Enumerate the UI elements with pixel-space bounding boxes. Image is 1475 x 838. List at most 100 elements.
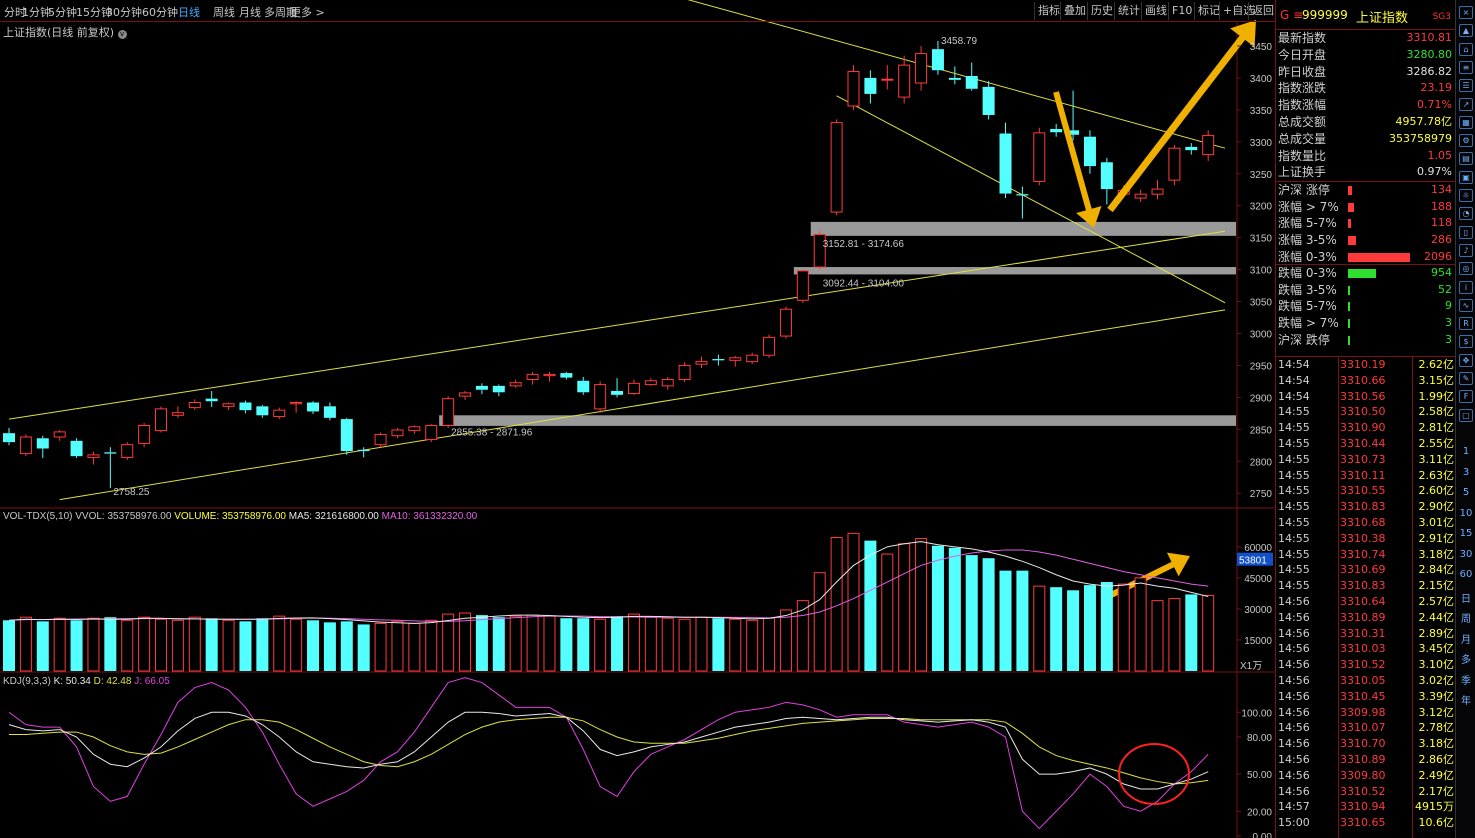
up-icon[interactable]: ▲	[1459, 24, 1473, 38]
candle-body-38	[644, 380, 657, 386]
pin-icon[interactable]: ◎	[1459, 262, 1473, 276]
candle-65	[1100, 157, 1113, 205]
move-icon[interactable]: ✥	[1459, 353, 1473, 367]
chevron-down-icon[interactable]: v	[117, 30, 127, 39]
candle-body-51	[864, 77, 877, 94]
info-icon[interactable]: i	[1459, 280, 1473, 294]
candle-0	[3, 428, 15, 446]
pen-icon[interactable]: ✎	[1459, 372, 1473, 385]
list-icon[interactable]: ☰	[1459, 79, 1473, 93]
fs-icon[interactable]: F	[1459, 390, 1473, 404]
candle-3	[53, 429, 66, 441]
candle-41	[695, 356, 708, 368]
rsi-icon[interactable]: R	[1459, 317, 1473, 331]
candle-body-47	[796, 270, 809, 301]
candle-6	[104, 447, 117, 489]
period-8-button[interactable]: 月线	[239, 4, 261, 20]
tool-4-button[interactable]: 画线	[1141, 2, 1170, 20]
period-2-button[interactable]: 5分钟	[48, 4, 77, 20]
quote-label: 今日开盘	[1278, 47, 1327, 62]
candle-body-17	[290, 401, 303, 405]
breadth-row-2: 涨幅 5-7% 118	[1276, 215, 1455, 232]
axis-label-0-5: 3000	[1250, 329, 1273, 340]
period-4-button[interactable]: 30分钟	[106, 4, 142, 20]
period-10-button[interactable]: 更多 >	[290, 4, 325, 20]
candle-body-10	[171, 412, 184, 416]
candle-body-12	[205, 398, 218, 402]
sidebar-period-1[interactable]: 3	[1458, 467, 1474, 478]
volume-bar-24	[408, 622, 421, 672]
axis-label-1-0: 15000	[1244, 636, 1272, 647]
period-5-button[interactable]: 60分钟	[142, 4, 178, 20]
sidebar-period-2[interactable]: 5	[1458, 487, 1474, 498]
chart-area[interactable]: 3458.79 3152.81 - 3174.66 3092.44 - 3104.0…	[0, 0, 1275, 838]
wave-icon[interactable]: ∿	[1459, 298, 1473, 312]
book-icon[interactable]: ≡	[1459, 60, 1473, 74]
tick-time: 14:56	[1278, 689, 1310, 703]
tool-5-button[interactable]: F10	[1168, 2, 1195, 20]
axis-label-2-1: 20.00	[1247, 807, 1272, 818]
volume-bar-8	[138, 616, 151, 672]
candle-body-37	[627, 382, 640, 395]
tool-0-button[interactable]: 指标	[1034, 2, 1063, 20]
candle-31	[526, 371, 539, 385]
volume-bar-50	[847, 532, 860, 672]
sidebar-period-5[interactable]: 30	[1458, 549, 1474, 560]
tick-price-column	[1338, 356, 1413, 838]
volume-bar-66	[1117, 583, 1130, 672]
axis-label-0-3: 2900	[1250, 393, 1273, 404]
x-icon[interactable]: ×	[1459, 6, 1473, 19]
price-label-2: 3092.44 - 3104.00	[823, 279, 905, 290]
breadth-count: 9	[1445, 299, 1452, 313]
grid-icon[interactable]: ▤	[1459, 152, 1473, 166]
tick-time: 15:00	[1278, 816, 1310, 830]
settings-icon[interactable]: ⚙	[1459, 134, 1473, 148]
period-1-button[interactable]: 1分钟	[22, 4, 51, 20]
sun-icon[interactable]: ☼	[1459, 189, 1473, 202]
volume-bar-29	[492, 617, 505, 671]
volume-bar-11	[188, 616, 201, 672]
period-7-button[interactable]: 周线	[213, 4, 235, 20]
breadth-row-0: 沪深 涨停 134	[1276, 182, 1455, 199]
volume-bar-22	[374, 622, 387, 672]
sidebar-period-8[interactable]: 周	[1458, 610, 1474, 625]
tool-1-button[interactable]: 叠加	[1060, 2, 1089, 20]
layers-icon[interactable]: ▣	[1459, 170, 1473, 184]
volume-bar-16	[273, 615, 286, 672]
candle-14	[239, 400, 252, 414]
tool-8-button[interactable]: 返回	[1248, 2, 1277, 20]
breadth-bar	[1348, 285, 1350, 295]
tool-3-button[interactable]: 统计	[1114, 2, 1143, 20]
candle-56	[948, 66, 961, 85]
volume-bar-36	[611, 616, 624, 671]
candle-11	[188, 399, 201, 411]
tool-2-button[interactable]: 历史	[1087, 2, 1116, 20]
sidebar-period-10[interactable]: 多	[1458, 651, 1474, 666]
sidebar-period-11[interactable]: 季	[1458, 672, 1474, 687]
sidebar-period-7[interactable]: 日	[1458, 590, 1474, 605]
tick-amount: 2.78亿	[1418, 721, 1455, 735]
tick-amount: 2.44亿	[1418, 610, 1455, 624]
sidebar-period-4[interactable]: 15	[1458, 528, 1474, 539]
sidebar-period-12[interactable]: 年	[1458, 692, 1474, 707]
sidebar-period-3[interactable]: 10	[1458, 508, 1474, 519]
chart-title[interactable]: 上证指数(日线 前复权) v	[3, 24, 127, 40]
candle-body-43	[729, 357, 742, 361]
kdj-k-line	[8, 711, 1209, 790]
bell-icon[interactable]: ♪	[1459, 243, 1473, 257]
tick-amount: 2.49亿	[1418, 768, 1455, 782]
quote-header: G ≡ 999999 上证指数 SG3	[1276, 0, 1455, 30]
period-6-button[interactable]: 日线	[178, 4, 200, 20]
calendar-icon[interactable]: ▦	[1459, 115, 1473, 129]
volume-bar-65	[1100, 582, 1113, 671]
chart-icon[interactable]: ↗	[1459, 97, 1473, 111]
home-icon[interactable]: ⌂	[1459, 42, 1473, 56]
sidebar-period-9[interactable]: 月	[1458, 631, 1474, 646]
market-tag: SG3	[1432, 12, 1451, 22]
s-icon[interactable]: $	[1459, 335, 1473, 349]
sidebar-period-6[interactable]: 60	[1458, 569, 1474, 580]
pie-icon[interactable]: ◔	[1459, 207, 1473, 221]
box-icon[interactable]: ▢	[1459, 408, 1473, 422]
sidebar-period-0[interactable]: 1	[1458, 446, 1474, 457]
doc-icon[interactable]: ▯	[1459, 225, 1473, 239]
